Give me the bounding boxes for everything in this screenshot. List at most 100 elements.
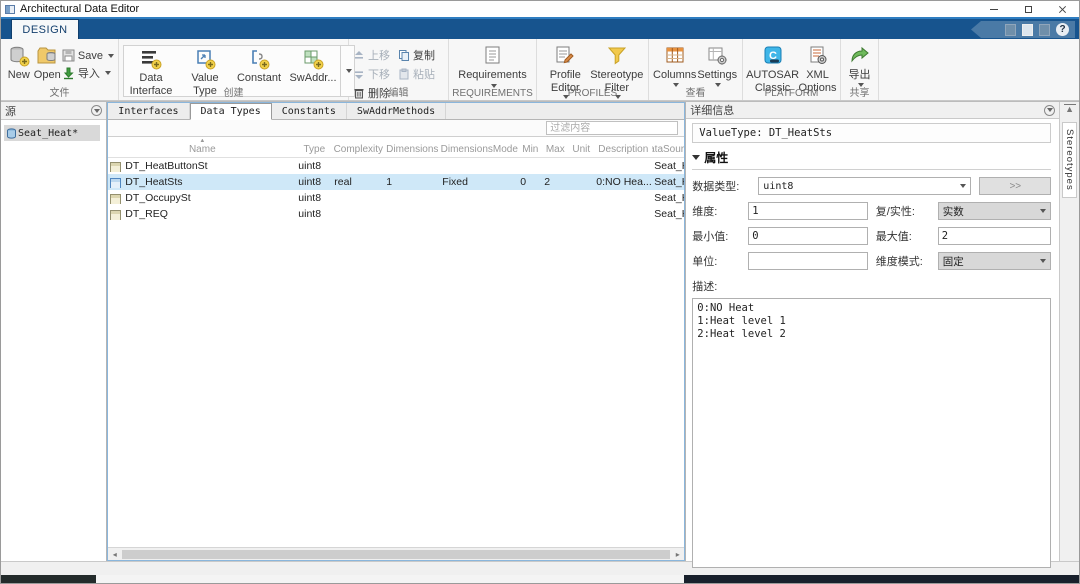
- table-cell-dimensions: 1: [384, 176, 440, 188]
- table-row[interactable]: DT_OccupyStuint8Seat_Heat...: [108, 190, 684, 206]
- unit-input[interactable]: [748, 252, 868, 270]
- move-down-label: 下移: [368, 66, 390, 82]
- move-down-button[interactable]: 下移: [353, 66, 390, 82]
- section-label-requirements: REQUIREMENTS: [449, 88, 536, 99]
- open-button[interactable]: Open: [33, 43, 62, 82]
- column-header-type[interactable]: Type: [296, 144, 332, 157]
- tab-design[interactable]: DESIGN: [11, 19, 79, 39]
- copy-button[interactable]: 复制: [398, 47, 435, 63]
- collapse-details-panel-icon[interactable]: [1044, 105, 1055, 116]
- table-row[interactable]: DT_HeatStsuint8real1Fixed020:NO Hea...Se…: [108, 174, 684, 190]
- valuetype-icon: [110, 162, 121, 172]
- new-button[interactable]: New: [5, 43, 33, 82]
- close-button[interactable]: [1045, 1, 1079, 17]
- help-icon[interactable]: ?: [1056, 23, 1069, 36]
- minimize-icon: [990, 9, 998, 10]
- save-dropdown-icon[interactable]: [108, 54, 114, 58]
- complexity-combo-caret-icon: [1040, 209, 1046, 213]
- new-database-icon: [8, 45, 30, 67]
- taskbar-segment-right: [684, 575, 1079, 584]
- columns-button[interactable]: Columns: [653, 43, 696, 87]
- description-textarea[interactable]: 0:NO Heat 1:Heat level 1 2:Heat level 2: [692, 298, 1051, 568]
- valuetype-icon: [110, 210, 121, 220]
- autosar-classic-button[interactable]: C AUTOSAR Classic: [747, 43, 799, 94]
- right-sidebar-strip: ▲ Stereotypes: [1059, 102, 1079, 561]
- ribbon-tabstrip: DESIGN ?: [1, 17, 1079, 39]
- settings-button[interactable]: Settings: [696, 43, 738, 87]
- column-header-min[interactable]: Min: [518, 144, 542, 157]
- dimmode-value: 固定: [943, 254, 964, 269]
- copy-screenshot-icon[interactable]: [1022, 24, 1033, 36]
- table-row[interactable]: DT_HeatButtonStuint8Seat_Heat...: [108, 158, 684, 174]
- requirements-button[interactable]: Requirements: [453, 43, 532, 88]
- table-cell-description: 0:NO Hea...: [594, 176, 652, 188]
- tab-swaddrmethods[interactable]: SwAddrMethods: [347, 103, 446, 119]
- column-header-unit[interactable]: Unit: [568, 144, 594, 157]
- maximize-button[interactable]: [1011, 1, 1045, 17]
- dimensions-input[interactable]: [748, 202, 868, 220]
- undo-icon[interactable]: [1005, 24, 1016, 36]
- complexity-combo[interactable]: 实数: [938, 202, 1052, 220]
- horizontal-scrollbar[interactable]: ◂ ▸: [108, 547, 684, 560]
- app-icon: [5, 5, 15, 14]
- move-up-button[interactable]: 上移: [353, 47, 390, 63]
- valuetype-icon: [110, 178, 121, 188]
- paste-button[interactable]: 粘贴: [398, 66, 435, 82]
- datatype-combo[interactable]: uint8: [758, 177, 971, 195]
- table-cell-min: 0: [518, 176, 542, 188]
- column-header-description[interactable]: Description: [594, 144, 652, 157]
- section-label-create: 创建: [119, 84, 348, 99]
- dimmode-combo[interactable]: 固定: [938, 252, 1052, 270]
- taskbar-segment-left: [1, 575, 96, 584]
- redo-icon[interactable]: [1039, 24, 1050, 36]
- tab-interfaces[interactable]: Interfaces: [108, 103, 189, 119]
- valuetype-icon: [110, 194, 121, 204]
- constant-icon: [248, 48, 270, 70]
- collapse-sidebar-icon[interactable]: ▲: [1064, 104, 1076, 114]
- tab-data-types[interactable]: Data Types: [190, 103, 272, 120]
- datatype-label: 数据类型:: [692, 178, 750, 194]
- export-label: 导出: [849, 69, 871, 82]
- table-cell-dimensions_mode: Fixed: [440, 176, 518, 188]
- max-input[interactable]: [938, 227, 1052, 245]
- xml-doc-gear-icon: [807, 45, 829, 67]
- minimize-button[interactable]: [977, 1, 1011, 17]
- tree-item-seat-heat[interactable]: Seat_Heat*: [4, 125, 100, 141]
- ribbon-section-edit: 上移 下移 删除 复制 粘贴: [349, 39, 449, 100]
- paste-label: 粘贴: [413, 66, 435, 82]
- scroll-left-icon[interactable]: ◂: [108, 548, 121, 561]
- import-dropdown-icon[interactable]: [105, 71, 111, 75]
- min-input[interactable]: [748, 227, 868, 245]
- complexity-value: 实数: [943, 204, 964, 219]
- table-cell-name: DT_HeatButtonSt: [108, 160, 296, 172]
- column-header-data_source[interactable]: DataSource: [652, 144, 684, 157]
- section-collapse-icon: [692, 155, 700, 160]
- swaddrmethod-icon: [302, 48, 324, 70]
- export-button[interactable]: 导出: [845, 43, 874, 87]
- ribbon-section-profiles: Profile Editor Stereotype Filter PROFILE…: [537, 39, 649, 100]
- table-cell-type: uint8: [296, 160, 332, 172]
- properties-section-label: 属性: [704, 149, 728, 166]
- import-button[interactable]: 导入: [62, 65, 114, 81]
- xml-options-button[interactable]: XML Options: [799, 43, 837, 94]
- column-header-complexity[interactable]: Complexity: [332, 144, 384, 157]
- column-header-dimensions[interactable]: Dimensions: [384, 144, 440, 157]
- scrollbar-thumb[interactable]: [122, 550, 670, 559]
- columns-label: Columns: [653, 69, 696, 82]
- collapse-source-panel-icon[interactable]: [91, 105, 102, 116]
- datatype-value: uint8: [763, 181, 793, 192]
- save-button[interactable]: Save: [62, 49, 114, 62]
- filter-input[interactable]: [546, 121, 678, 135]
- scroll-right-icon[interactable]: ▸: [671, 548, 684, 561]
- column-header-name[interactable]: ▲Name: [108, 139, 296, 157]
- column-header-max[interactable]: Max: [542, 144, 568, 157]
- source-panel-header: 源: [1, 102, 106, 120]
- properties-section-header[interactable]: 属性: [692, 149, 1051, 170]
- tab-constants[interactable]: Constants: [272, 103, 347, 119]
- column-header-dimensions_mode[interactable]: DimensionsMode: [440, 144, 518, 157]
- datatype-expand-button[interactable]: >>: [979, 177, 1051, 195]
- filter-strip: [108, 120, 684, 137]
- stereotypes-tab[interactable]: Stereotypes: [1062, 122, 1077, 198]
- table-row[interactable]: DT_REQuint8Seat_Heat...: [108, 206, 684, 222]
- details-panel: 详细信息 ValueType: DT_HeatSts 属性 数据类型: uint…: [685, 102, 1059, 561]
